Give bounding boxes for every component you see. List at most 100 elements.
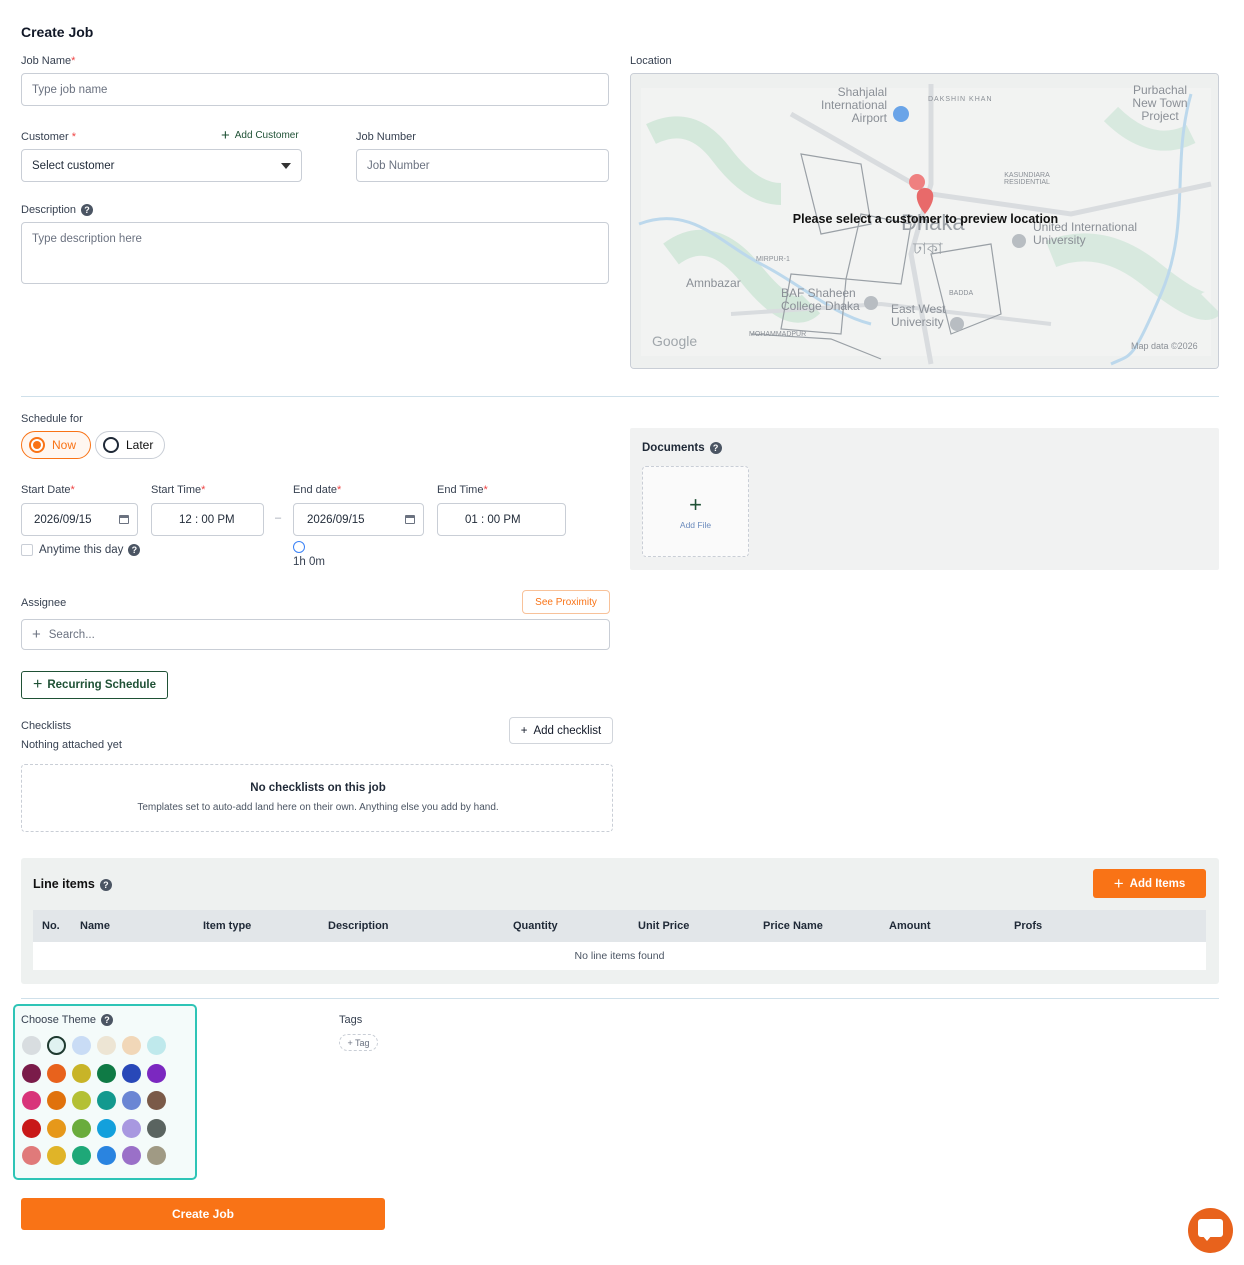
calendar-icon — [405, 515, 415, 524]
theme-swatch[interactable] — [97, 1146, 116, 1165]
theme-swatch[interactable] — [147, 1146, 166, 1165]
add-items-button[interactable]: + Add Items — [1093, 869, 1206, 898]
theme-swatch[interactable] — [122, 1091, 141, 1110]
theme-swatch[interactable] — [72, 1091, 91, 1110]
section-divider — [21, 396, 1219, 397]
help-icon[interactable]: ? — [128, 544, 141, 556]
theme-swatch[interactable] — [72, 1118, 91, 1138]
checklists-empty-state: No checklists on this job Templates set … — [21, 764, 613, 832]
line-items-title: Line items? — [33, 877, 112, 891]
add-file-dropzone[interactable]: + Add File — [642, 466, 749, 557]
theme-swatch[interactable] — [22, 1091, 41, 1110]
theme-swatch[interactable] — [147, 1036, 166, 1055]
column-header: Profs — [1014, 920, 1043, 932]
column-header: No. — [42, 920, 60, 932]
create-job-button[interactable]: Create Job — [21, 1198, 385, 1230]
see-proximity-button[interactable]: See Proximity — [522, 590, 610, 614]
help-icon[interactable]: ? — [81, 204, 94, 217]
theme-swatch[interactable] — [47, 1063, 66, 1083]
theme-swatch[interactable] — [97, 1118, 116, 1138]
theme-swatch[interactable] — [47, 1118, 66, 1138]
add-customer-button[interactable]: + Add Customer — [221, 126, 299, 144]
assignee-label: Assignee — [21, 597, 67, 609]
start-time-label: Start Time* — [151, 484, 206, 496]
theme-swatch[interactable] — [22, 1118, 41, 1138]
location-map[interactable]: Shahjalal International Airport DAKSHIN … — [630, 73, 1219, 369]
section-divider — [21, 998, 1219, 999]
checklists-status: Nothing attached yet — [21, 739, 122, 751]
theme-swatch[interactable] — [122, 1146, 141, 1165]
clock-check-icon — [293, 541, 305, 553]
theme-swatch[interactable] — [147, 1063, 166, 1083]
end-date-label: End date* — [293, 484, 342, 496]
theme-swatch[interactable] — [97, 1091, 116, 1110]
plus-icon: + — [520, 724, 528, 737]
chat-widget-button[interactable] — [1188, 1208, 1233, 1253]
theme-swatch[interactable] — [47, 1146, 66, 1165]
column-header: Name — [80, 920, 110, 932]
theme-swatch[interactable] — [147, 1091, 166, 1110]
checklists-empty-title: No checklists on this job — [250, 782, 386, 794]
add-checklist-button[interactable]: + Add checklist — [509, 717, 613, 744]
job-name-input[interactable]: Type job name — [21, 73, 609, 106]
theme-swatch[interactable] — [97, 1036, 116, 1055]
help-icon[interactable]: ? — [101, 1014, 114, 1027]
description-textarea[interactable]: Type description here — [21, 222, 609, 284]
customer-select[interactable]: Select customer — [21, 149, 302, 182]
line-items-empty: No line items found — [33, 942, 1206, 970]
documents-panel: Documents? + Add File — [630, 428, 1219, 570]
theme-swatch[interactable] — [122, 1063, 141, 1083]
calendar-icon — [119, 515, 129, 524]
tags-label: Tags — [339, 1014, 363, 1026]
description-label: Description? — [21, 204, 94, 217]
add-tag-button[interactable]: + Tag — [339, 1034, 378, 1051]
theme-swatch[interactable] — [72, 1063, 91, 1083]
theme-swatch-selected[interactable] — [47, 1036, 66, 1055]
help-icon[interactable]: ? — [99, 878, 112, 891]
anytime-checkbox-row[interactable]: Anytime this day? — [21, 544, 141, 556]
map-label-airport: Shahjalal International Airport — [821, 85, 888, 125]
start-time-input[interactable]: 12 : 00 PM — [151, 503, 264, 536]
end-time-input[interactable]: 01 : 00 PM — [437, 503, 566, 536]
theme-swatch[interactable] — [47, 1091, 66, 1110]
theme-swatch[interactable] — [22, 1146, 41, 1165]
assignee-search-input[interactable]: + Search... — [21, 619, 610, 650]
customer-label: Customer * — [21, 131, 77, 143]
documents-title: Documents? — [642, 442, 722, 454]
schedule-now-radio[interactable]: Now — [21, 431, 91, 459]
theme-swatch[interactable] — [22, 1063, 41, 1083]
google-logo: Google — [652, 333, 698, 349]
theme-swatch[interactable] — [122, 1036, 141, 1055]
map-label-dakshin-khan: DAKSHIN KHAN — [928, 96, 993, 103]
theme-swatch[interactable] — [97, 1063, 116, 1083]
theme-swatch[interactable] — [122, 1118, 141, 1138]
map-attribution: Map data ©2026 — [1131, 341, 1198, 351]
theme-swatch[interactable] — [72, 1146, 91, 1165]
location-label: Location — [630, 55, 672, 67]
plus-icon: + — [221, 126, 230, 144]
radio-unchecked-icon — [103, 437, 119, 453]
map-label-purbachal: Purbachal New Town Project — [1132, 83, 1188, 123]
theme-swatch[interactable] — [147, 1118, 166, 1138]
checklists-empty-text: Templates set to auto-add land here on t… — [137, 802, 499, 813]
theme-swatch[interactable] — [72, 1036, 91, 1055]
start-date-label: Start Date* — [21, 484, 75, 496]
checkbox[interactable] — [21, 544, 33, 556]
end-time-label: End Time* — [437, 484, 488, 496]
end-date-input[interactable]: 2026/09/15 — [293, 503, 424, 536]
plus-icon: + — [1113, 873, 1124, 893]
map-label-baf: BAF Shaheen College Dhaka — [781, 286, 860, 313]
job-number-input[interactable]: Job Number — [356, 149, 609, 182]
plus-icon: + — [32, 626, 41, 643]
recurring-schedule-button[interactable]: + Recurring Schedule — [21, 671, 168, 699]
theme-swatch[interactable] — [22, 1036, 41, 1055]
map-label-kasundiara: KASUNDIARA RESIDENTIAL — [1004, 172, 1050, 186]
map-overlay-message: Please select a customer to preview loca… — [792, 212, 1059, 226]
map-label-amnbazar: Amnbazar — [686, 276, 741, 290]
schedule-later-radio[interactable]: Later — [95, 431, 165, 459]
help-icon[interactable]: ? — [709, 442, 722, 454]
duration-text: 1h 0m — [293, 556, 325, 568]
caret-down-icon — [281, 162, 291, 169]
checklists-label: Checklists — [21, 720, 72, 732]
start-date-input[interactable]: 2026/09/15 — [21, 503, 138, 536]
